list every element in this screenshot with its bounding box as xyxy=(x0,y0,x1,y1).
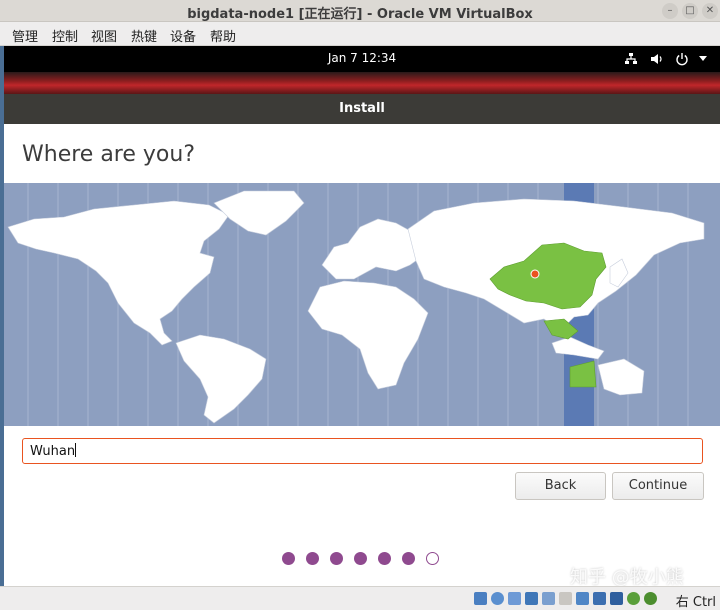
menu-view[interactable]: 视图 xyxy=(91,26,117,45)
shared-folder-icon[interactable] xyxy=(559,592,572,605)
window-titlebar[interactable]: bigdata-node1 [正在运行] - Oracle VM Virtual… xyxy=(0,0,720,22)
progress-dots xyxy=(282,552,452,566)
installer-header: Install xyxy=(4,94,720,124)
installer-title: Install xyxy=(339,101,385,116)
statusbar: 右 Ctrl xyxy=(0,586,720,610)
menu-devices[interactable]: 设备 xyxy=(170,26,196,45)
network-adapter-icon[interactable] xyxy=(525,592,538,605)
audio-icon[interactable] xyxy=(508,592,521,605)
timezone-map[interactable] xyxy=(4,183,720,426)
back-button[interactable]: Back xyxy=(515,472,606,500)
video-capture-icon[interactable] xyxy=(593,592,606,605)
host-key-label: 右 Ctrl xyxy=(675,595,716,610)
progress-dot xyxy=(402,552,415,565)
volume-icon[interactable] xyxy=(650,52,664,66)
land-masses xyxy=(7,190,705,424)
page-title: Where are you? xyxy=(22,142,195,167)
menu-hotkey[interactable]: 热键 xyxy=(131,26,157,45)
guest-topbar: Jan 7 12:34 xyxy=(4,46,720,72)
optical-drive-icon[interactable] xyxy=(491,592,504,605)
display-icon[interactable] xyxy=(576,592,589,605)
progress-dot xyxy=(378,552,391,565)
progress-dot xyxy=(330,552,343,565)
virtualization-icon[interactable] xyxy=(610,592,623,605)
menu-help[interactable]: 帮助 xyxy=(210,26,236,45)
progress-dot xyxy=(306,552,319,565)
window-title: bigdata-node1 [正在运行] - Oracle VM Virtual… xyxy=(187,7,533,22)
usb-icon[interactable] xyxy=(542,592,555,605)
mouse-integration-icon[interactable] xyxy=(627,592,640,605)
menu-control[interactable]: 控制 xyxy=(52,26,78,45)
location-input[interactable]: Wuhan xyxy=(22,438,703,464)
menubar: 管理 控制 视图 热键 设备 帮助 xyxy=(0,22,720,46)
minimize-icon[interactable]: – xyxy=(662,3,678,19)
menu-manage[interactable]: 管理 xyxy=(12,26,38,45)
location-input-value: Wuhan xyxy=(30,444,76,459)
progress-dot xyxy=(282,552,295,565)
maximize-icon[interactable]: □ xyxy=(682,3,698,19)
progress-dot xyxy=(354,552,367,565)
location-pin-icon xyxy=(530,269,540,279)
clock[interactable]: Jan 7 12:34 xyxy=(4,51,720,65)
chevron-down-icon[interactable] xyxy=(698,55,708,63)
close-icon[interactable]: ✕ xyxy=(702,3,718,19)
guest-screen: Jan 7 12:34 Install Where are you? Wuhan… xyxy=(4,46,720,586)
progress-dot-current xyxy=(426,552,439,565)
keyboard-capture-icon[interactable] xyxy=(644,592,657,605)
decorative-stripe xyxy=(4,72,720,94)
network-icon[interactable] xyxy=(624,52,638,66)
text-cursor xyxy=(75,443,77,457)
power-icon[interactable] xyxy=(675,52,689,66)
hard-disk-icon[interactable] xyxy=(474,592,487,605)
continue-button[interactable]: Continue xyxy=(612,472,704,500)
